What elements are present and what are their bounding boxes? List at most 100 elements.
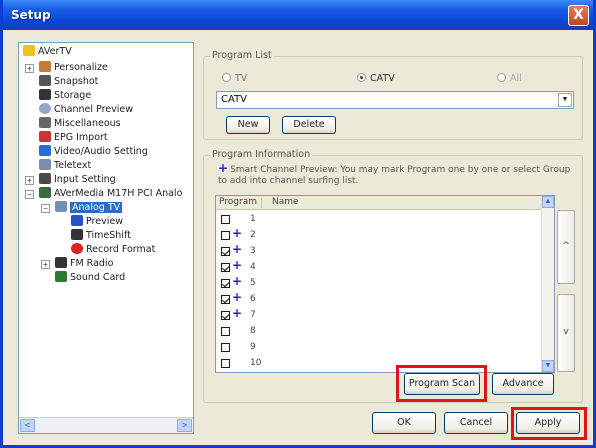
scroll-left-icon[interactable]: < xyxy=(20,419,35,432)
program-list-select[interactable]: CATV ▼ xyxy=(216,91,574,109)
expand-icon[interactable]: + xyxy=(25,64,34,73)
collapse-icon[interactable]: − xyxy=(25,190,34,199)
personalize-icon xyxy=(39,61,51,72)
tree-horizontal-scrollbar[interactable]: < > xyxy=(19,417,193,433)
group-down-button[interactable]: v xyxy=(557,294,575,372)
title-bar[interactable]: Setup X xyxy=(3,0,593,30)
tools-icon xyxy=(39,145,51,156)
tree-item-personalize[interactable]: Personalize xyxy=(39,61,108,75)
tree-item-storage[interactable]: Storage xyxy=(39,89,91,103)
plus-icon: + xyxy=(232,290,243,304)
tv-icon xyxy=(55,201,67,212)
program-checkbox[interactable] xyxy=(221,247,230,256)
expand-icon[interactable]: + xyxy=(41,260,50,269)
card-icon xyxy=(39,187,51,198)
table-row[interactable]: 9 xyxy=(216,341,542,354)
close-button[interactable]: X xyxy=(568,5,589,26)
radio-all[interactable]: All xyxy=(497,73,522,84)
input-icon xyxy=(39,173,51,184)
smart-preview-hint: + Smart Channel Preview: You may mark Pro… xyxy=(218,161,571,186)
cancel-button[interactable]: Cancel xyxy=(444,412,508,434)
tree-item-timeshift[interactable]: TimeShift xyxy=(71,229,131,243)
wrench-icon xyxy=(39,117,51,128)
table-row[interactable]: 8 xyxy=(216,325,542,338)
table-row[interactable]: +2 xyxy=(216,226,542,242)
table-row[interactable]: 1 xyxy=(216,213,542,226)
col-name[interactable]: Name xyxy=(272,197,299,207)
advance-button[interactable]: Advance xyxy=(492,373,554,395)
radio-tv[interactable]: TV xyxy=(222,73,247,84)
table-row[interactable]: +5 xyxy=(216,274,542,290)
program-checkbox[interactable] xyxy=(221,327,230,336)
tree-item-card[interactable]: AVerMedia M17H PCI Analo xyxy=(39,187,182,201)
film-icon xyxy=(71,229,83,240)
plus-icon: + xyxy=(232,258,243,272)
tree-item-avertv[interactable]: AVerTV xyxy=(23,45,72,59)
table-row[interactable]: +3 xyxy=(216,242,542,258)
program-table[interactable]: Program Name 1 +2 +3 +4 +5 +6 +7 8 9 10 ▲ ▼ xyxy=(215,195,555,373)
tree-item-miscellaneous[interactable]: Miscellaneous xyxy=(39,117,121,131)
table-row[interactable]: +4 xyxy=(216,258,542,274)
camera-icon xyxy=(39,75,51,86)
program-number: 3 xyxy=(250,246,256,256)
plus-icon: + xyxy=(232,274,243,288)
program-checkbox[interactable] xyxy=(221,359,230,368)
program-checkbox[interactable] xyxy=(221,295,230,304)
program-checkbox[interactable] xyxy=(221,231,230,240)
check-icon xyxy=(71,215,83,226)
table-row[interactable]: 10 xyxy=(216,357,542,370)
program-scan-highlight xyxy=(396,365,487,402)
new-button[interactable]: New xyxy=(226,116,270,134)
teletext-icon xyxy=(39,159,51,170)
plus-icon: + xyxy=(232,226,243,240)
group-up-button[interactable]: ^ xyxy=(557,210,575,284)
settings-tree[interactable]: AVerTV + Personalize Snapshot Storage Ch… xyxy=(18,42,194,434)
eye-icon xyxy=(39,103,51,114)
program-checkbox[interactable] xyxy=(221,343,230,352)
delete-button[interactable]: Delete xyxy=(282,116,336,134)
scroll-up-icon[interactable]: ▲ xyxy=(542,196,554,208)
program-checkbox[interactable] xyxy=(221,215,230,224)
tree-item-analog-tv[interactable]: Analog TV xyxy=(55,201,123,215)
soundcard-icon xyxy=(55,271,67,282)
scroll-right-icon[interactable]: > xyxy=(177,419,192,432)
program-checkbox[interactable] xyxy=(221,311,230,320)
window-title: Setup xyxy=(11,8,51,22)
radio-icon xyxy=(222,73,231,82)
tree-item-preview[interactable]: Preview xyxy=(71,215,123,229)
tree-item-video-audio[interactable]: Video/Audio Setting xyxy=(39,145,148,159)
tree-item-epg-import[interactable]: EPG Import xyxy=(39,131,108,145)
radio-icon xyxy=(497,73,506,82)
col-program[interactable]: Program xyxy=(219,197,257,207)
expand-icon[interactable]: + xyxy=(25,176,34,185)
tree-item-input-setting[interactable]: Input Setting xyxy=(39,173,116,187)
scroll-down-icon[interactable]: ▼ xyxy=(542,360,554,372)
program-checkbox[interactable] xyxy=(221,279,230,288)
tree-item-channel-preview[interactable]: Channel Preview xyxy=(39,103,133,117)
tree-item-snapshot[interactable]: Snapshot xyxy=(39,75,98,89)
program-number: 10 xyxy=(250,358,262,368)
tree-item-fm-radio[interactable]: FM Radio xyxy=(55,257,113,271)
table-row[interactable]: +6 xyxy=(216,290,542,306)
table-vertical-scrollbar[interactable]: ▲ ▼ xyxy=(541,196,554,372)
tree-item-record-format[interactable]: Record Format xyxy=(71,243,155,257)
program-info-label: Program Information xyxy=(210,149,313,160)
program-number: 6 xyxy=(250,294,256,304)
apply-highlight xyxy=(511,407,587,440)
program-number: 5 xyxy=(250,278,256,288)
chevron-down-icon[interactable]: ▼ xyxy=(558,93,572,107)
program-number: 9 xyxy=(250,342,256,352)
table-row[interactable]: +7 xyxy=(216,306,542,322)
program-number: 8 xyxy=(250,326,256,336)
program-checkbox[interactable] xyxy=(221,263,230,272)
app-icon xyxy=(23,45,35,56)
program-number: 2 xyxy=(250,230,256,240)
tree-item-sound-card[interactable]: Sound Card xyxy=(55,271,125,285)
collapse-icon[interactable]: − xyxy=(41,204,50,213)
plus-icon: + xyxy=(218,161,229,175)
ok-button[interactable]: OK xyxy=(372,412,436,434)
select-value: CATV xyxy=(221,94,247,105)
column-divider xyxy=(261,198,262,208)
radio-catv[interactable]: CATV xyxy=(357,73,395,84)
tree-item-teletext[interactable]: Teletext xyxy=(39,159,91,173)
